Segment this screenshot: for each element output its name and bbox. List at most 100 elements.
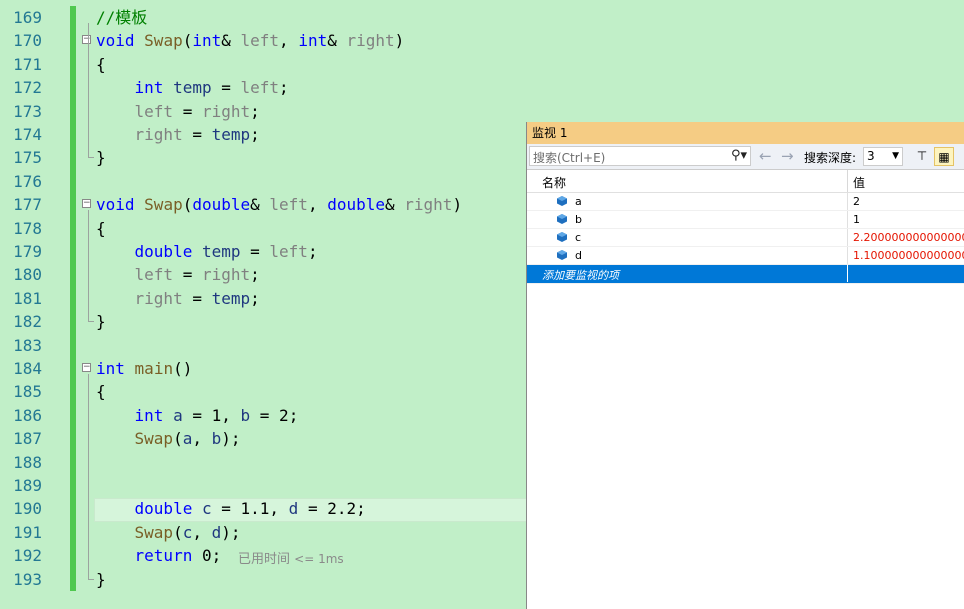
change-bar xyxy=(70,474,76,498)
change-bar xyxy=(70,216,76,240)
watch-row[interactable]: d 1.1000000000000001 xyxy=(527,247,964,265)
change-bar xyxy=(70,427,76,451)
column-separator[interactable] xyxy=(847,170,848,192)
chevron-down-icon: ▼ xyxy=(892,151,899,161)
hex-display-icon[interactable]: ▦ xyxy=(934,147,954,166)
watch-toolbar: ⚲▾ ← → 搜索深度: 3 ▼ ⊤ ▦ xyxy=(527,144,964,170)
code-text: double c = 1.1, d = 2.2; xyxy=(134,499,366,519)
search-input[interactable] xyxy=(530,149,723,167)
change-bar xyxy=(70,450,76,474)
code-text: left = right; xyxy=(134,101,260,121)
watch-row-value[interactable]: 1.1000000000000001 xyxy=(853,249,964,262)
line-number: 189 xyxy=(13,476,42,495)
watch-row-value[interactable]: 2.2000000000000002 xyxy=(853,231,964,244)
line-number: 188 xyxy=(13,452,42,472)
column-separator xyxy=(847,211,848,228)
code-text: void Swap(int& left, int& right) xyxy=(96,31,405,51)
arrow-right-icon[interactable]: → xyxy=(781,147,794,165)
fold-guide xyxy=(88,374,89,579)
code-text: int temp = left; xyxy=(134,78,289,98)
change-bar xyxy=(70,567,76,591)
code-text: right = temp; xyxy=(134,288,260,308)
fold-guide xyxy=(88,210,89,322)
line-number: 176 xyxy=(13,171,42,191)
watch-row-value[interactable]: 2 xyxy=(853,195,860,208)
watch-grid-header: 名称 值 xyxy=(527,170,964,193)
search-depth-label: 搜索深度: xyxy=(804,151,857,165)
collapse-icon[interactable] xyxy=(82,363,91,372)
search-depth-select[interactable]: 3 ▼ xyxy=(863,147,903,166)
code-text: right = temp; xyxy=(134,125,260,144)
watch-row[interactable]: b1 xyxy=(527,211,964,229)
line-number: 183 xyxy=(13,335,42,355)
line-number: 179 xyxy=(13,242,42,261)
line-number: 173 xyxy=(13,101,42,121)
search-depth-value: 3 xyxy=(867,149,875,163)
change-bar xyxy=(70,193,76,217)
pin-icon[interactable]: ⊤ xyxy=(912,147,932,166)
column-name-header[interactable]: 名称 xyxy=(542,174,566,191)
line-number: 178 xyxy=(13,218,42,238)
line-number: 190 xyxy=(13,499,42,519)
line-number: 191 xyxy=(13,522,42,542)
code-text: Swap(c, d); xyxy=(134,522,241,542)
code-text: Swap(a, b); xyxy=(134,429,241,449)
change-bar xyxy=(70,333,76,357)
column-separator xyxy=(847,229,848,246)
fold-guide xyxy=(88,23,89,158)
search-icon[interactable]: ⚲▾ xyxy=(731,148,747,163)
variable-icon xyxy=(557,250,567,260)
column-value-header[interactable]: 值 xyxy=(853,174,865,191)
change-bar xyxy=(70,52,76,77)
code-line[interactable]: 172 int temp = left; xyxy=(0,76,964,100)
change-bar xyxy=(70,99,76,123)
code-text: } xyxy=(96,312,106,332)
change-bar xyxy=(70,146,76,170)
column-separator xyxy=(847,265,848,282)
watch-row-value[interactable]: 1 xyxy=(853,213,860,226)
code-text: { xyxy=(96,54,106,74)
code-text: double temp = left; xyxy=(134,242,318,261)
code-text: left = right; xyxy=(134,265,260,285)
line-number: 193 xyxy=(13,569,42,589)
change-bar xyxy=(70,169,76,194)
watch-title: 监视 1 xyxy=(527,122,964,144)
search-box[interactable]: ⚲▾ xyxy=(529,146,751,167)
change-bar xyxy=(70,380,76,404)
variable-icon xyxy=(557,214,567,224)
arrow-left-icon[interactable]: ← xyxy=(759,147,772,165)
perf-tip: 已用时间 <= 1ms xyxy=(238,548,344,567)
change-bar xyxy=(70,286,76,311)
add-watch-item[interactable]: 添加要监视的项 xyxy=(527,265,964,284)
variable-icon xyxy=(557,196,567,206)
fold-guide-end xyxy=(88,157,94,159)
watch-row-name: a xyxy=(575,195,582,208)
watch-row[interactable]: a2 xyxy=(527,193,964,211)
code-line[interactable]: 173 left = right; xyxy=(0,99,964,123)
code-text: } xyxy=(96,569,106,589)
change-bar xyxy=(70,403,76,428)
watch-row-name: d xyxy=(575,249,582,262)
line-number: 172 xyxy=(13,78,42,98)
code-text: int a = 1, b = 2; xyxy=(134,405,299,425)
change-bar xyxy=(70,497,76,521)
code-text: //模板 xyxy=(96,8,148,27)
fold-guide-end xyxy=(88,578,94,580)
change-bar xyxy=(70,357,76,381)
line-number: 169 xyxy=(13,8,42,27)
watch-row-name: c xyxy=(575,231,582,244)
code-text: } xyxy=(96,148,106,168)
code-line[interactable]: 171 { xyxy=(0,52,964,77)
watch-window[interactable]: 监视 1 ⚲▾ ← → 搜索深度: 3 ▼ ⊤ ▦ 名称 值 a2b1c2.20… xyxy=(526,122,964,609)
line-number: 185 xyxy=(13,382,42,402)
line-number: 187 xyxy=(13,429,42,449)
code-line[interactable]: 169 //模板 xyxy=(0,6,964,30)
collapse-icon[interactable] xyxy=(82,35,91,45)
code-text: { xyxy=(96,382,106,402)
watch-row[interactable]: c 2.2000000000000002 xyxy=(527,229,964,247)
code-line[interactable]: 170 void Swap(int& left, int& right) xyxy=(0,29,964,53)
line-number: 181 xyxy=(13,288,42,308)
collapse-icon[interactable] xyxy=(82,199,91,209)
change-bar xyxy=(70,544,76,568)
change-bar xyxy=(70,76,76,100)
